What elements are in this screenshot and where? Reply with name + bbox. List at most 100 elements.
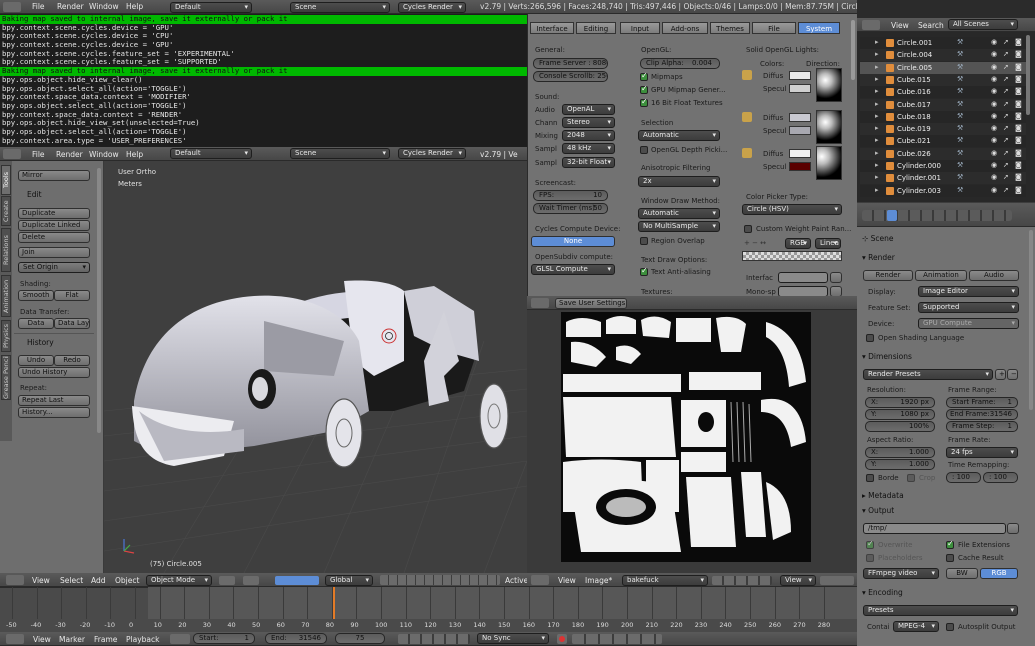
outliner-item[interactable]: Cylinder.001	[897, 172, 941, 184]
pivot-icon[interactable]	[243, 576, 259, 585]
border-checkbox[interactable]	[866, 474, 874, 482]
edit-panel-title[interactable]: Edit	[27, 190, 42, 199]
frame-rate-select[interactable]: 24 fps	[946, 447, 1018, 458]
prefs-tab-themes[interactable]: Themes	[710, 22, 750, 34]
outliner-search-menu[interactable]: Search	[918, 21, 944, 30]
outliner-expand-icon[interactable]: ▸	[875, 173, 879, 181]
samplerate-select[interactable]: 48 kHz	[562, 143, 615, 154]
custom-weight-checkbox[interactable]	[744, 225, 752, 233]
audio-device-select[interactable]: OpenAL	[562, 104, 615, 115]
outliner-expand-icon[interactable]: ▸	[875, 38, 879, 46]
image-extra-icons[interactable]	[820, 576, 854, 585]
render-panel-title[interactable]: ▾ Render	[862, 253, 895, 262]
bw-button[interactable]: BW	[946, 568, 978, 579]
outliner-item[interactable]: Cube.026	[897, 148, 931, 160]
renderable-camera-icon[interactable]: ◙	[1015, 186, 1022, 194]
modifier-wrench-icon[interactable]: ⚒	[957, 38, 963, 46]
renderable-camera-icon[interactable]: ◙	[1015, 75, 1022, 83]
sampleformat-select[interactable]: 32-bit Float	[562, 157, 615, 168]
visibility-eye-icon[interactable]: ◉	[991, 149, 997, 157]
depth-picking-checkbox[interactable]	[640, 146, 648, 154]
animation-button[interactable]: Animation	[915, 270, 967, 281]
data-transfer-button[interactable]: Data	[18, 318, 54, 329]
info-editor-icon[interactable]	[3, 2, 21, 12]
selectable-arrow-icon[interactable]: ➚	[1003, 124, 1009, 132]
modifier-wrench-icon[interactable]: ⚒	[957, 161, 963, 169]
remove-preset-button[interactable]: −	[1007, 369, 1018, 380]
data-layout-button[interactable]: Data Layo	[54, 318, 90, 329]
overwrite-checkbox[interactable]	[866, 539, 874, 549]
modifier-wrench-icon[interactable]: ⚒	[957, 136, 963, 144]
frame-server-field[interactable]: Frame Server : 8080	[533, 58, 608, 69]
outliner-item[interactable]: Cylinder.003	[897, 185, 941, 197]
smooth-button[interactable]: Smooth	[18, 290, 54, 301]
modifier-wrench-icon[interactable]: ⚒	[957, 149, 963, 157]
current-frame-field[interactable]: 75	[335, 633, 385, 644]
outliner-item[interactable]: Cube.015	[897, 74, 931, 86]
specular-color-swatch[interactable]	[789, 126, 811, 135]
modifier-wrench-icon[interactable]: ⚒	[957, 50, 963, 58]
diffuse-color-swatch[interactable]	[789, 71, 811, 80]
clip-alpha-field[interactable]: Clip Alpha: 0.004	[640, 58, 720, 69]
light-direction-ball[interactable]	[816, 68, 842, 102]
toolshelf-scrollbar[interactable]	[97, 168, 101, 433]
visibility-eye-icon[interactable]: ◉	[991, 112, 997, 120]
ramp-color-mode[interactable]: RGB	[785, 238, 811, 249]
screen-layout-select[interactable]: Default	[170, 2, 252, 13]
channels-select[interactable]: Stereo	[562, 117, 615, 128]
properties-scrollbar[interactable]	[1029, 230, 1033, 410]
console-scrollback-field[interactable]: Console Scrollb: 256	[533, 71, 608, 82]
crop-checkbox[interactable]	[907, 474, 915, 482]
ramp-interp[interactable]: Linea	[815, 238, 841, 249]
resolution-y-field[interactable]: Y: 1080 px	[865, 409, 935, 420]
visibility-eye-icon[interactable]: ◉	[991, 186, 997, 194]
visibility-eye-icon[interactable]: ◉	[991, 100, 997, 108]
outliner-item[interactable]: Cube.016	[897, 86, 931, 98]
menu-render-2[interactable]: Render	[56, 150, 83, 159]
prefs-tab-addons[interactable]: Add-ons	[662, 22, 708, 34]
feature-set-select[interactable]: Supported	[918, 302, 1019, 313]
object-menu[interactable]: Object	[115, 576, 139, 585]
outliner-item[interactable]: Circle.004	[897, 49, 932, 61]
menu-help-2[interactable]: Help	[126, 150, 143, 159]
resolution-x-field[interactable]: X: 1920 px	[865, 397, 935, 408]
set-origin-select[interactable]: Set Origin	[18, 262, 90, 273]
image-view-select[interactable]: View	[780, 575, 816, 586]
remap-old-field[interactable]: : 100	[946, 472, 981, 483]
prefs-tab-system[interactable]: System	[798, 22, 840, 34]
visibility-eye-icon[interactable]: ◉	[991, 173, 997, 181]
python-console[interactable]: Baking map saved to internal image, save…	[0, 14, 527, 147]
outliner-item[interactable]: Circle.005	[897, 62, 932, 74]
renderable-camera-icon[interactable]: ◙	[1015, 100, 1022, 108]
outliner-expand-icon[interactable]: ▸	[875, 112, 879, 120]
encoding-panel-title[interactable]: ▾ Encoding	[862, 588, 903, 597]
view3d-editor-icon[interactable]	[6, 575, 24, 585]
side-tab-animation[interactable]: Animation	[1, 275, 11, 317]
float-textures-checkbox[interactable]	[640, 97, 648, 107]
aspect-y-field[interactable]: Y: 1.000	[865, 459, 935, 470]
dimensions-panel-title[interactable]: ▾ Dimensions	[862, 352, 912, 361]
mipmaps-checkbox[interactable]	[640, 71, 648, 81]
renderable-camera-icon[interactable]: ◙	[1015, 38, 1022, 46]
metadata-panel-title[interactable]: ▸ Metadata	[862, 491, 904, 500]
menu-window-2[interactable]: Window	[89, 150, 119, 159]
history-button[interactable]: History...	[18, 407, 90, 418]
file-format-select[interactable]: FFmpeg video	[863, 568, 939, 579]
image-tools-icons[interactable]	[712, 576, 772, 585]
renderable-camera-icon[interactable]: ◙	[1015, 173, 1022, 181]
menu-help[interactable]: Help	[126, 2, 143, 11]
visibility-eye-icon[interactable]: ◉	[991, 75, 997, 83]
save-user-settings-button[interactable]: Save User Settings	[555, 298, 627, 309]
visibility-eye-icon[interactable]: ◉	[991, 161, 997, 169]
playback-controls[interactable]	[398, 634, 470, 644]
baked-texture[interactable]	[561, 312, 811, 562]
renderable-camera-icon[interactable]: ◙	[1015, 63, 1022, 71]
keying-controls[interactable]	[572, 634, 662, 644]
text-aa-checkbox[interactable]	[640, 266, 648, 276]
gpu-mipmap-checkbox[interactable]	[640, 84, 648, 94]
visibility-eye-icon[interactable]: ◉	[991, 87, 997, 95]
light-direction-ball[interactable]	[816, 110, 842, 144]
renderable-camera-icon[interactable]: ◙	[1015, 149, 1022, 157]
side-tab-physics[interactable]: Physics	[1, 320, 11, 352]
timeline-editor-icon[interactable]	[6, 634, 24, 644]
